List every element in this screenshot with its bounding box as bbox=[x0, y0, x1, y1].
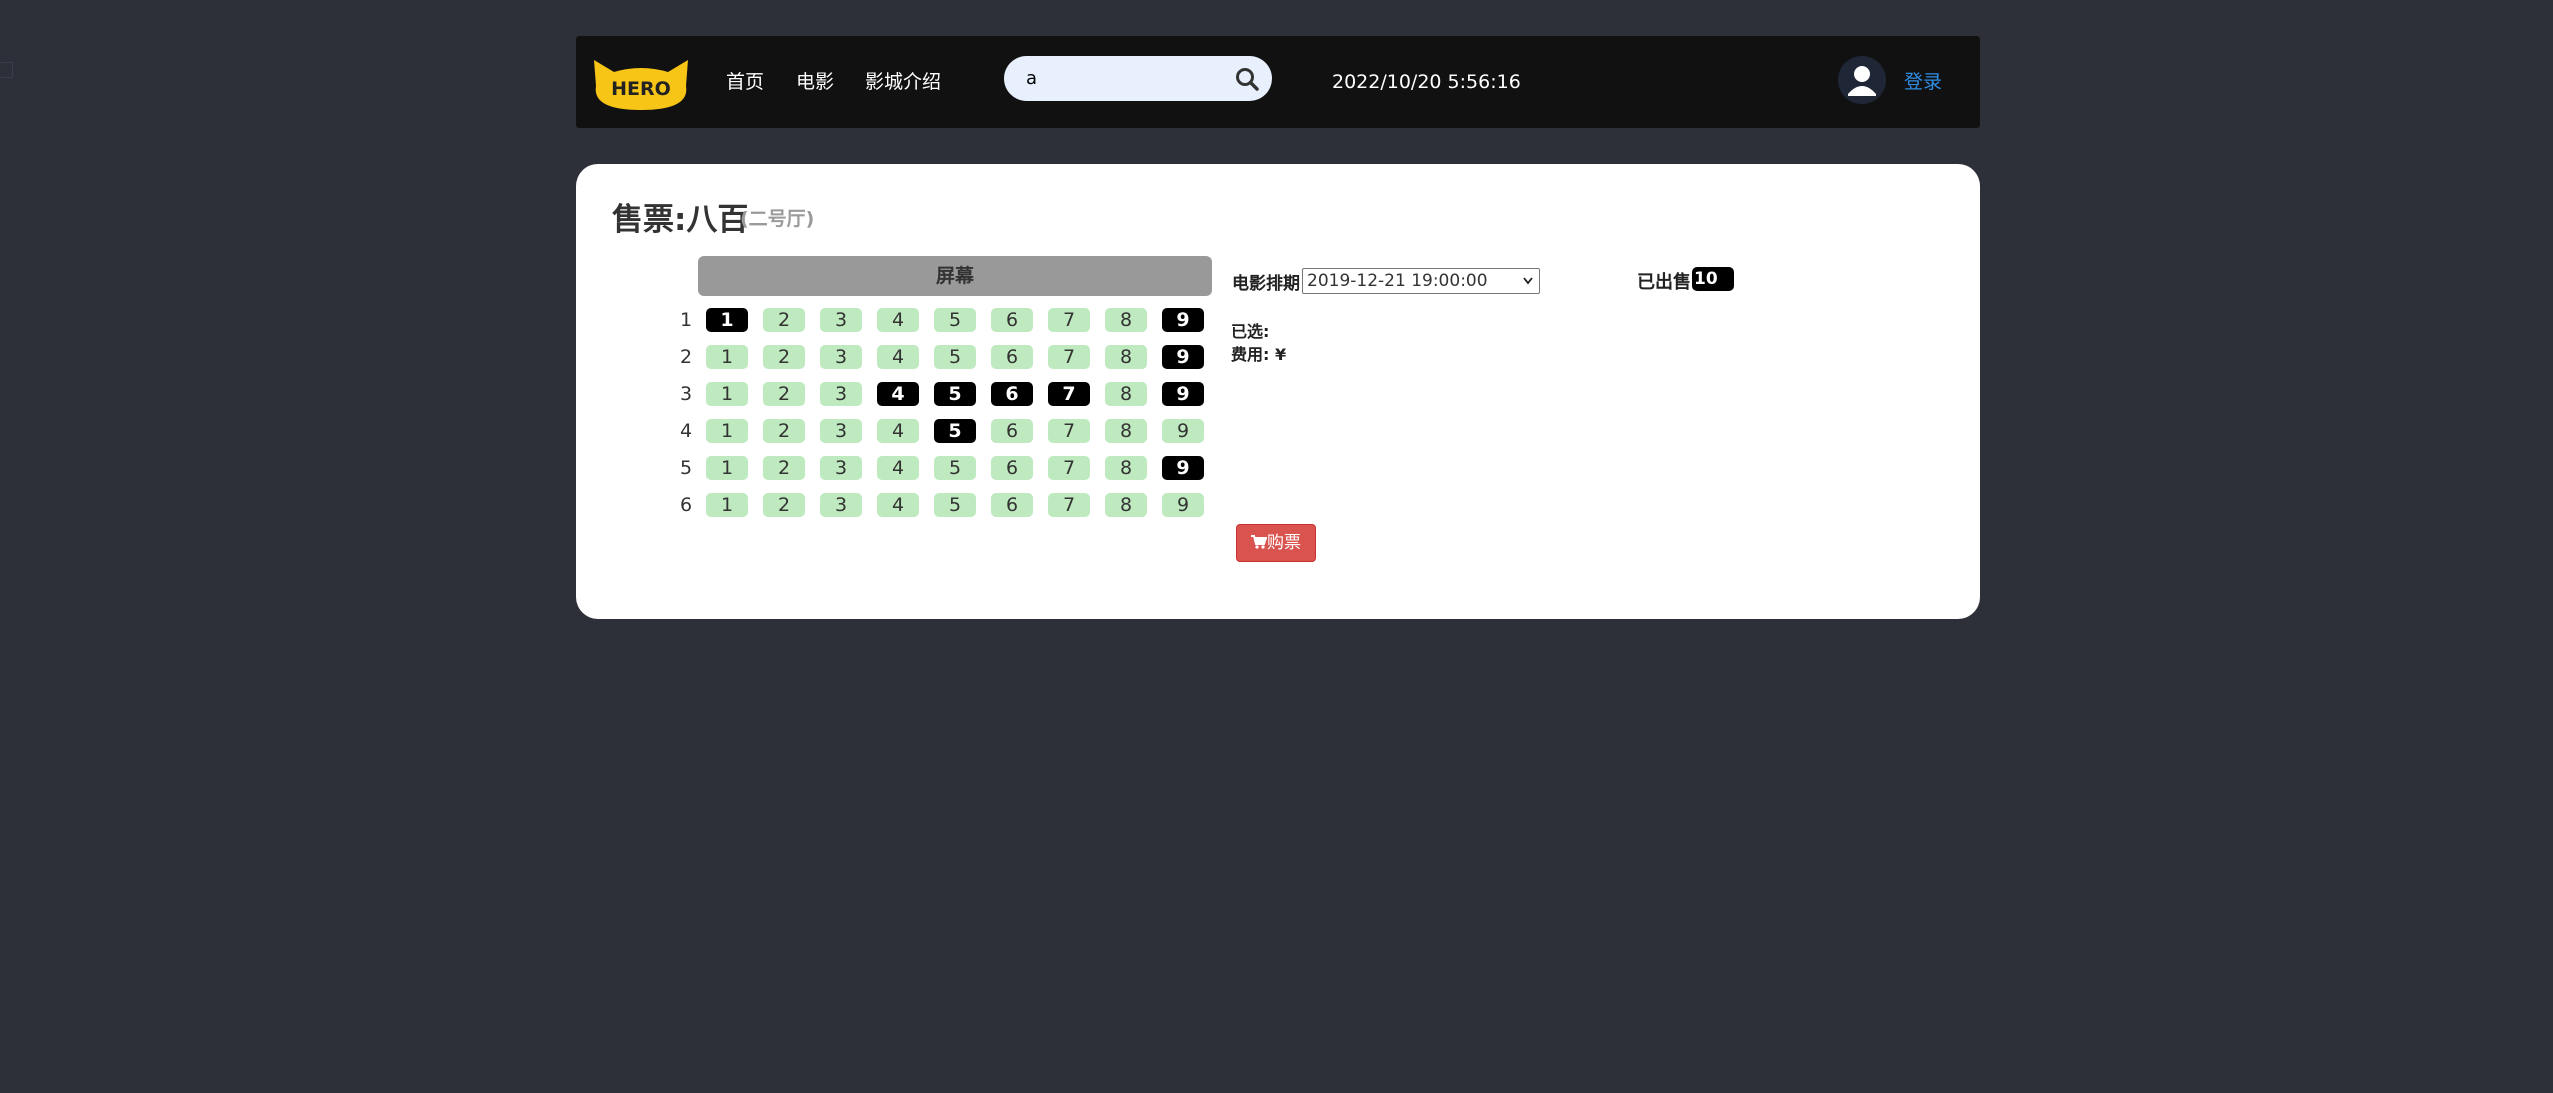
seat-available[interactable]: 8 bbox=[1105, 419, 1147, 443]
seat-available[interactable]: 2 bbox=[763, 493, 805, 517]
seat-available[interactable]: 6 bbox=[991, 345, 1033, 369]
seat-available[interactable]: 1 bbox=[706, 345, 748, 369]
seat-available[interactable]: 2 bbox=[763, 308, 805, 332]
row-label: 5 bbox=[679, 457, 693, 479]
schedule-label: 电影排期 bbox=[1232, 274, 1300, 294]
chevron-down-icon bbox=[1523, 277, 1533, 285]
row-label: 3 bbox=[679, 383, 693, 405]
seat-available[interactable]: 2 bbox=[763, 382, 805, 406]
seat-available[interactable]: 8 bbox=[1105, 382, 1147, 406]
seat-available[interactable]: 8 bbox=[1105, 456, 1147, 480]
nav-link-home[interactable]: 首页 bbox=[726, 69, 764, 95]
seat-available[interactable]: 2 bbox=[763, 456, 805, 480]
seat-available[interactable]: 9 bbox=[1162, 419, 1204, 443]
hall-name: (二号厅) bbox=[740, 208, 815, 230]
seat-available[interactable]: 3 bbox=[820, 456, 862, 480]
row-label: 4 bbox=[679, 420, 693, 442]
row-label: 2 bbox=[679, 346, 693, 368]
nav-link-cinema-intro[interactable]: 影城介绍 bbox=[865, 69, 941, 95]
sold-count-badge: 10 bbox=[1692, 267, 1734, 291]
seat-available[interactable]: 4 bbox=[877, 456, 919, 480]
seat-available[interactable]: 9 bbox=[1162, 493, 1204, 517]
seat-sold: 4 bbox=[877, 382, 919, 406]
seat-available[interactable]: 6 bbox=[991, 456, 1033, 480]
seat-available[interactable]: 5 bbox=[934, 456, 976, 480]
seat-available[interactable]: 8 bbox=[1105, 308, 1147, 332]
seat-available[interactable]: 2 bbox=[763, 419, 805, 443]
selected-seats-label: 已选: bbox=[1231, 322, 1270, 341]
seat-available[interactable]: 7 bbox=[1048, 345, 1090, 369]
hero-logo[interactable]: HERO bbox=[586, 52, 696, 112]
seat-available[interactable]: 3 bbox=[820, 382, 862, 406]
search-button[interactable] bbox=[1234, 66, 1260, 92]
seat-available[interactable]: 5 bbox=[934, 345, 976, 369]
login-link[interactable]: 登录 bbox=[1904, 69, 1942, 95]
current-datetime: 2022/10/20 5:56:16 bbox=[1332, 71, 1521, 93]
schedule-select[interactable]: 2019-12-21 19:00:00 bbox=[1302, 268, 1540, 294]
seat-sold: 9 bbox=[1162, 382, 1204, 406]
seat-available[interactable]: 4 bbox=[877, 345, 919, 369]
seat-available[interactable]: 4 bbox=[877, 419, 919, 443]
seat-available[interactable]: 7 bbox=[1048, 456, 1090, 480]
seat-sold: 7 bbox=[1048, 382, 1090, 406]
seat-available[interactable]: 7 bbox=[1048, 419, 1090, 443]
seat-available[interactable]: 3 bbox=[820, 493, 862, 517]
seat-available[interactable]: 7 bbox=[1048, 308, 1090, 332]
cart-icon bbox=[1251, 535, 1267, 549]
seat-available[interactable]: 4 bbox=[877, 308, 919, 332]
seat-available[interactable]: 5 bbox=[934, 493, 976, 517]
row-label: 1 bbox=[679, 309, 693, 331]
seat-sold: 9 bbox=[1162, 345, 1204, 369]
navbar: HERO 首页 电影 影城介绍 2022/10/20 5:56:16 登录 bbox=[576, 36, 1980, 128]
cat-logo-icon: HERO bbox=[594, 60, 688, 110]
seat-sold: 5 bbox=[934, 419, 976, 443]
seat-available[interactable]: 2 bbox=[763, 345, 805, 369]
seat-available[interactable]: 1 bbox=[706, 456, 748, 480]
page: HERO 首页 电影 影城介绍 2022/10/20 5:56:16 登录 bbox=[0, 0, 2553, 1093]
user-avatar[interactable] bbox=[1838, 56, 1886, 104]
seat-available[interactable]: 1 bbox=[706, 493, 748, 517]
seat-available[interactable]: 3 bbox=[820, 345, 862, 369]
edge-marker bbox=[0, 62, 13, 78]
fee-label: 费用: ¥ bbox=[1231, 345, 1287, 364]
buy-ticket-button[interactable]: 购票 bbox=[1236, 524, 1316, 562]
seat-available[interactable]: 1 bbox=[706, 382, 748, 406]
buy-ticket-label: 购票 bbox=[1267, 533, 1301, 553]
user-avatar-icon bbox=[1838, 56, 1886, 104]
row-label: 6 bbox=[679, 494, 693, 516]
seat-sold: 6 bbox=[991, 382, 1033, 406]
search-box bbox=[1004, 56, 1272, 101]
seat-available[interactable]: 3 bbox=[820, 419, 862, 443]
seat-available[interactable]: 8 bbox=[1105, 493, 1147, 517]
seat-available[interactable]: 6 bbox=[991, 308, 1033, 332]
sold-label: 已出售: bbox=[1637, 272, 1699, 293]
nav-link-movies[interactable]: 电影 bbox=[796, 69, 834, 95]
seat-available[interactable]: 3 bbox=[820, 308, 862, 332]
seat-available[interactable]: 1 bbox=[706, 419, 748, 443]
schedule-select-value: 2019-12-21 19:00:00 bbox=[1307, 271, 1488, 291]
search-input[interactable] bbox=[1026, 64, 1226, 92]
seat-available[interactable]: 5 bbox=[934, 308, 976, 332]
ticket-card: 售票:八百 (二号厅) 屏幕 1123456789212345678931234… bbox=[576, 164, 1980, 619]
page-title: 售票:八百 bbox=[612, 202, 749, 238]
seat-available[interactable]: 8 bbox=[1105, 345, 1147, 369]
seat-available[interactable]: 6 bbox=[991, 493, 1033, 517]
seat-available[interactable]: 7 bbox=[1048, 493, 1090, 517]
logo-text: HERO bbox=[611, 78, 671, 100]
seat-sold: 5 bbox=[934, 382, 976, 406]
seat-sold: 9 bbox=[1162, 456, 1204, 480]
seat-available[interactable]: 4 bbox=[877, 493, 919, 517]
seat-available[interactable]: 6 bbox=[991, 419, 1033, 443]
seat-sold: 1 bbox=[706, 308, 748, 332]
search-icon bbox=[1236, 68, 1259, 91]
cinema-screen: 屏幕 bbox=[698, 256, 1212, 296]
seat-sold: 9 bbox=[1162, 308, 1204, 332]
